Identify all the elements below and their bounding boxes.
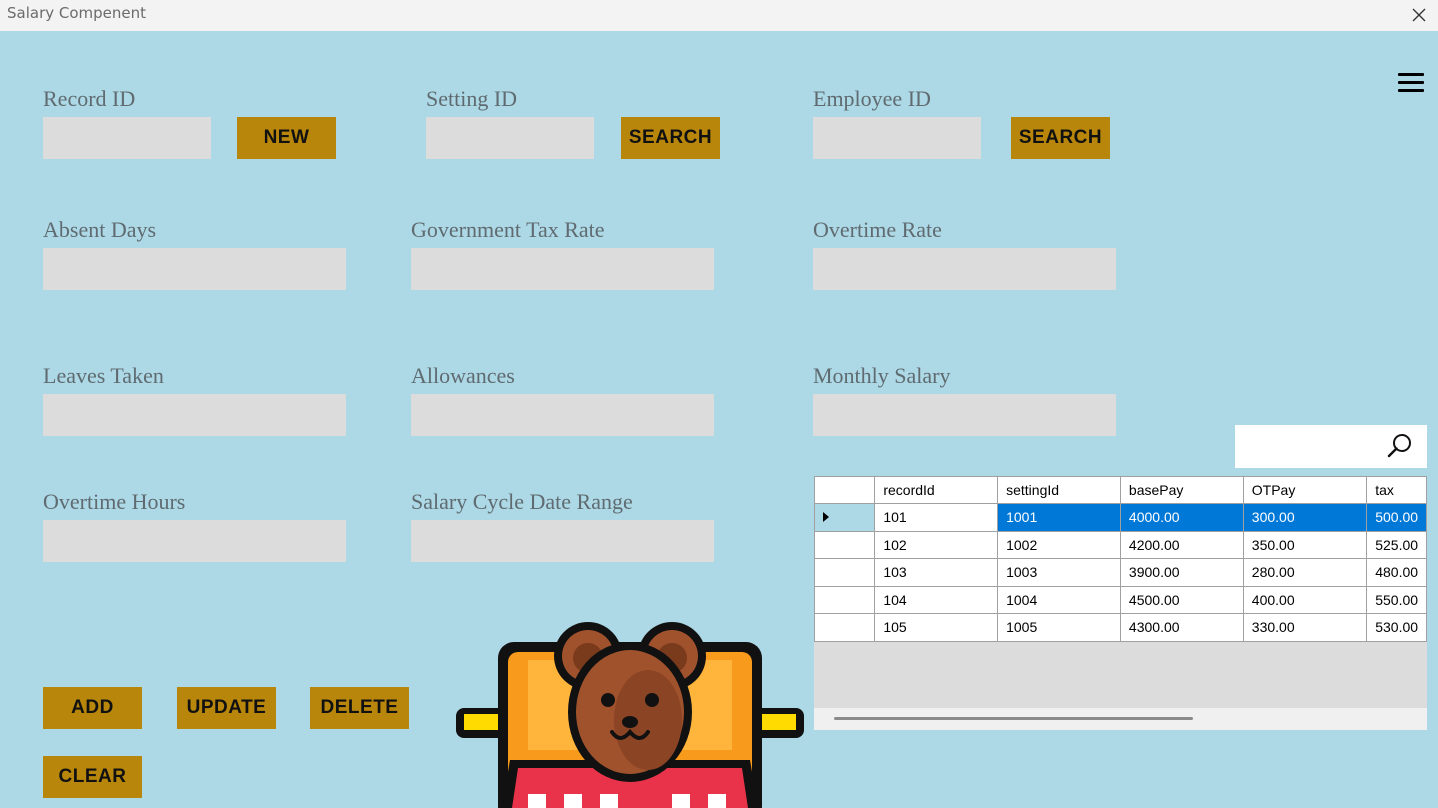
row-header[interactable]: [814, 613, 876, 642]
table-cell[interactable]: 330.00: [1242, 613, 1368, 642]
table-cell[interactable]: 4200.00: [1119, 530, 1244, 559]
column-header[interactable]: basePay: [1119, 476, 1244, 504]
table-cell[interactable]: 550.00: [1366, 585, 1427, 614]
absent-days-label: Absent Days: [43, 217, 157, 242]
gov-tax-rate-field[interactable]: [411, 248, 714, 290]
column-header[interactable]: settingId: [997, 476, 1121, 504]
update-button[interactable]: UPDATE: [177, 687, 276, 729]
row-header-corner: [814, 476, 876, 504]
column-header[interactable]: recordId: [874, 476, 999, 504]
table-row[interactable]: 104 1004 4500.00 400.00 550.00: [814, 585, 1427, 614]
employee-id-field[interactable]: [813, 117, 981, 159]
table-cell[interactable]: 103: [874, 558, 999, 587]
gov-tax-rate-label: Government Tax Rate: [411, 217, 605, 242]
hamburger-menu-icon[interactable]: [1398, 73, 1424, 93]
table-cell[interactable]: 350.00: [1242, 530, 1368, 559]
salary-data-grid[interactable]: recordId settingId basePay OTPay tax 101…: [814, 476, 1427, 730]
setting-id-label: Setting ID: [426, 86, 518, 111]
allowances-label: Allowances: [411, 363, 515, 388]
table-cell[interactable]: 102: [874, 530, 999, 559]
title-bar: Salary Compenent: [0, 0, 1438, 31]
table-row[interactable]: 102 1002 4200.00 350.00 525.00: [814, 530, 1427, 559]
close-button[interactable]: [1400, 0, 1438, 31]
bear-mascot-icon: [456, 622, 804, 808]
record-id-label: Record ID: [43, 86, 136, 111]
table-cell[interactable]: 1002: [997, 530, 1121, 559]
horizontal-scrollbar[interactable]: [814, 708, 1427, 730]
grid-header-row: recordId settingId basePay OTPay tax: [814, 476, 1427, 504]
window-title: Salary Compenent: [7, 4, 147, 22]
table-cell[interactable]: 280.00: [1242, 558, 1368, 587]
table-cell[interactable]: 1005: [997, 613, 1121, 642]
scrollbar-thumb[interactable]: [834, 717, 1193, 720]
search-setting-button[interactable]: SEARCH: [621, 117, 720, 159]
grid-search-input[interactable]: [1235, 425, 1385, 468]
add-button[interactable]: ADD: [43, 687, 142, 729]
row-header[interactable]: [814, 585, 876, 614]
table-cell[interactable]: 1003: [997, 558, 1121, 587]
table-cell[interactable]: 300.00: [1242, 503, 1368, 532]
row-header[interactable]: [814, 503, 876, 532]
setting-id-field[interactable]: [426, 117, 594, 159]
table-cell[interactable]: 105: [874, 613, 999, 642]
overtime-hours-field[interactable]: [43, 520, 346, 562]
overtime-rate-label: Overtime Rate: [813, 217, 942, 242]
record-id-field[interactable]: [43, 117, 211, 159]
table-cell[interactable]: 480.00: [1366, 558, 1427, 587]
clear-button[interactable]: CLEAR: [43, 756, 142, 798]
salary-cycle-label: Salary Cycle Date Range: [411, 489, 633, 514]
grid-table: recordId settingId basePay OTPay tax 101…: [814, 476, 1427, 642]
overtime-rate-field[interactable]: [813, 248, 1116, 290]
leaves-taken-field[interactable]: [43, 394, 346, 436]
allowances-field[interactable]: [411, 394, 714, 436]
table-cell[interactable]: 104: [874, 585, 999, 614]
search-icon[interactable]: [1385, 431, 1415, 461]
monthly-salary-label: Monthly Salary: [813, 363, 951, 388]
monthly-salary-field[interactable]: [813, 394, 1116, 436]
overtime-hours-label: Overtime Hours: [43, 489, 186, 514]
leaves-taken-label: Leaves Taken: [43, 363, 164, 388]
table-cell[interactable]: 3900.00: [1119, 558, 1244, 587]
table-cell[interactable]: 4300.00: [1119, 613, 1244, 642]
table-cell[interactable]: 101: [874, 503, 999, 532]
employee-id-label: Employee ID: [813, 86, 931, 111]
table-cell[interactable]: 500.00: [1366, 503, 1427, 532]
close-icon: [1412, 8, 1426, 22]
column-header[interactable]: tax: [1366, 476, 1427, 504]
table-cell[interactable]: 1004: [997, 585, 1121, 614]
table-row[interactable]: 103 1003 3900.00 280.00 480.00: [814, 558, 1427, 587]
column-header[interactable]: OTPay: [1242, 476, 1368, 504]
absent-days-field[interactable]: [43, 248, 346, 290]
new-button[interactable]: NEW: [237, 117, 336, 159]
search-employee-button[interactable]: SEARCH: [1011, 117, 1110, 159]
table-row[interactable]: 105 1005 4300.00 330.00 530.00: [814, 613, 1427, 642]
table-cell[interactable]: 4500.00: [1119, 585, 1244, 614]
table-cell[interactable]: 4000.00: [1119, 503, 1244, 532]
table-row[interactable]: 101 1001 4000.00 300.00 500.00: [814, 503, 1427, 532]
salary-cycle-field[interactable]: [411, 520, 714, 562]
current-row-arrow-icon: [823, 512, 829, 523]
table-cell[interactable]: 525.00: [1366, 530, 1427, 559]
table-cell[interactable]: 1001: [997, 503, 1121, 532]
row-header[interactable]: [814, 558, 876, 587]
delete-button[interactable]: DELETE: [310, 687, 409, 729]
row-header[interactable]: [814, 530, 876, 559]
table-cell[interactable]: 400.00: [1242, 585, 1368, 614]
table-cell[interactable]: 530.00: [1366, 613, 1427, 642]
